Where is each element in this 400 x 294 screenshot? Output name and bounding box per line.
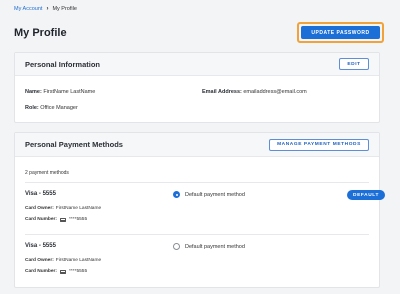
edit-button[interactable]: EDIT — [339, 58, 369, 70]
payment-methods-header: Personal Payment Methods MANAGE PAYMENT … — [15, 133, 379, 157]
card-owner-row: Card Owner: FirstName LastName — [25, 258, 101, 263]
card-number-row: Card Number: ****5555 — [25, 269, 87, 274]
card-number-label: Card Number: — [25, 269, 57, 274]
card-owner-label: Card Owner: — [25, 258, 54, 263]
name-value: FirstName LastName — [43, 89, 96, 95]
credit-card-icon — [59, 269, 66, 274]
default-payment-radio-option[interactable]: Default payment method — [173, 243, 245, 250]
radio-unchecked-icon[interactable] — [173, 243, 180, 250]
payment-methods-card: Personal Payment Methods MANAGE PAYMENT … — [14, 132, 385, 288]
role-row: Role: Office Manager — [25, 105, 78, 111]
personal-information-header: Personal Information EDIT — [15, 53, 379, 76]
update-password-focus-ring: UPDATE PASSWORD — [297, 22, 384, 43]
update-password-button[interactable]: UPDATE PASSWORD — [301, 26, 380, 39]
email-value: emailaddress@email.com — [243, 89, 307, 95]
default-payment-radio-option[interactable]: Default payment method — [173, 191, 245, 198]
name-row: Name: FirstName LastName — [25, 89, 95, 95]
manage-payment-methods-button[interactable]: MANAGE PAYMENT METHODS — [269, 138, 369, 151]
payment-method-name: Visa - 5555 — [25, 243, 56, 249]
card-owner-value: FirstName LastName — [55, 258, 102, 263]
role-label: Role: — [25, 105, 39, 111]
credit-card-icon — [59, 217, 66, 222]
personal-information-card: Personal Information EDIT Name: FirstNam… — [14, 52, 380, 123]
card-owner-label: Card Owner: — [25, 206, 54, 211]
card-number-value: ****5555 — [68, 269, 88, 274]
radio-checked-icon[interactable] — [173, 191, 180, 198]
email-label: Email Address: — [202, 89, 242, 95]
breadcrumb-my-account-link[interactable]: My Account — [14, 6, 42, 12]
card-number-label: Card Number: — [25, 217, 57, 222]
breadcrumb-current: My Profile — [52, 6, 77, 12]
divider — [25, 182, 369, 183]
card-owner-row: Card Owner: FirstName LastName — [25, 206, 101, 211]
page-title: My Profile — [14, 27, 67, 39]
card-owner-value: FirstName LastName — [55, 206, 102, 211]
divider — [25, 234, 369, 235]
default-payment-radio-label: Default payment method — [185, 191, 245, 198]
card-number-value: ****5555 — [68, 217, 88, 222]
role-value: Office Manager — [40, 105, 78, 111]
email-row: Email Address: emailaddress@email.com — [202, 89, 307, 95]
default-badge: DEFAULT — [347, 190, 385, 200]
personal-information-title: Personal Information — [25, 59, 101, 69]
name-label: Name: — [25, 89, 42, 95]
chevron-right-icon: › — [46, 6, 49, 12]
card-number-row: Card Number: ****5555 — [25, 217, 87, 222]
payment-methods-count: 2 payment methods — [25, 170, 69, 176]
payment-methods-title: Personal Payment Methods — [25, 140, 123, 149]
breadcrumb: My Account › My Profile — [14, 6, 77, 12]
payment-method-name: Visa - 5555 — [25, 191, 56, 197]
default-payment-radio-label: Default payment method — [185, 243, 245, 250]
